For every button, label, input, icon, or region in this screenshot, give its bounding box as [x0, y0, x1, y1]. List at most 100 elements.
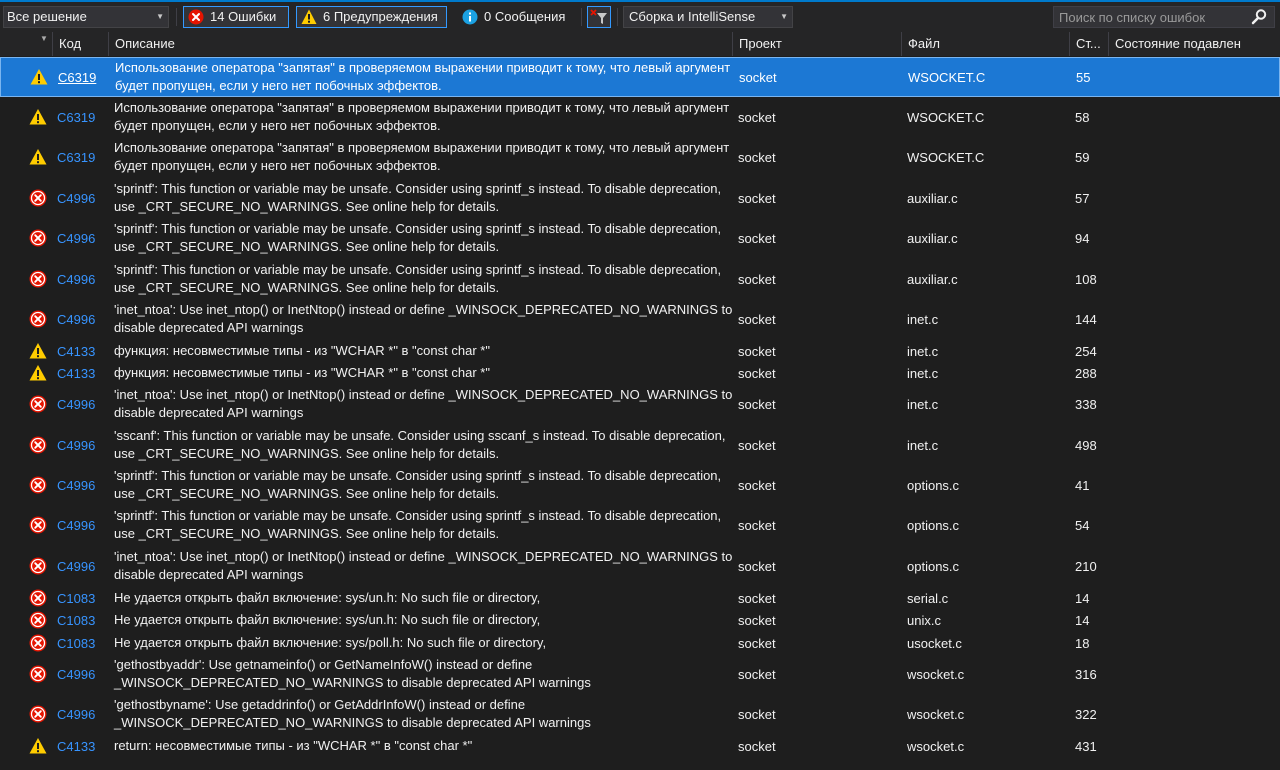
file-name: options.c: [907, 558, 960, 574]
table-row[interactable]: C1083 Не удается открыть файл включение: …: [0, 609, 1280, 631]
error-code-link[interactable]: C4133: [57, 735, 95, 757]
column-header-project[interactable]: Проект: [732, 32, 901, 56]
error-icon: [29, 634, 47, 652]
table-row[interactable]: C4996 'sprintf': This function or variabl…: [0, 259, 1280, 299]
file-name: serial.c: [907, 590, 949, 606]
table-row[interactable]: C4133 return: несовместимые типы - из "WC…: [0, 735, 1280, 757]
table-row[interactable]: C4996 'sprintf': This function or variabl…: [0, 218, 1280, 258]
warning-icon: [301, 9, 317, 24]
table-row[interactable]: C4996 'inet_ntoa': Use inet_ntop() or Ine…: [0, 299, 1280, 339]
error-code-link[interactable]: C4996: [57, 505, 95, 545]
error-code-link[interactable]: C4996: [57, 546, 95, 586]
file-name: auxiliar.c: [907, 190, 958, 206]
project-name: socket: [738, 590, 776, 606]
error-code-link[interactable]: C4133: [57, 362, 95, 384]
error-code-link[interactable]: C4996: [57, 694, 95, 734]
error-code-link[interactable]: C4133: [57, 340, 95, 362]
error-icon: [29, 705, 47, 723]
info-icon: [462, 9, 478, 25]
table-row[interactable]: C6319 Использование оператора "запятая" в…: [0, 137, 1280, 177]
filter-clear-icon: [590, 9, 607, 24]
project-name: socket: [738, 706, 776, 722]
error-code-link[interactable]: C4996: [57, 465, 95, 505]
error-code-link[interactable]: C4996: [57, 384, 95, 424]
severity-cell: [29, 340, 49, 362]
file-name: inet.c: [907, 437, 939, 453]
line-number: 57: [1075, 190, 1090, 206]
file-name: WSOCKET.C: [908, 69, 986, 85]
column-header-code-label: Код: [59, 36, 82, 51]
column-header-line[interactable]: Ст...: [1069, 32, 1108, 56]
column-header-severity[interactable]: ▼: [0, 32, 52, 56]
error-code-link[interactable]: C1083: [57, 632, 95, 654]
table-row[interactable]: C1083 Не удается открыть файл включение: …: [0, 632, 1280, 654]
error-icon: [29, 516, 47, 534]
error-code-link[interactable]: C4996: [57, 178, 95, 218]
table-row[interactable]: C1083 Не удается открыть файл включение: …: [0, 587, 1280, 609]
error-icon: [29, 395, 47, 413]
error-description: Не удается открыть файл включение: sys/u…: [114, 612, 541, 627]
search-input[interactable]: [1054, 7, 1249, 27]
file-name: wsocket.c: [907, 706, 965, 722]
build-dropdown-value: Сборка и IntelliSense: [629, 9, 756, 24]
table-row[interactable]: C4133 функция: несовместимые типы - из "W…: [0, 340, 1280, 362]
severity-cell: [29, 425, 49, 465]
table-row[interactable]: C4996 'sscanf': This function or variable…: [0, 425, 1280, 465]
error-code-link[interactable]: C4996: [57, 425, 95, 465]
file-name: wsocket.c: [907, 666, 965, 682]
error-icon: [188, 9, 204, 25]
column-header-description[interactable]: Описание: [108, 32, 732, 56]
error-description: Не удается открыть файл включение: sys/u…: [114, 590, 541, 605]
error-code-link[interactable]: C4996: [57, 654, 95, 694]
severity-cell: [29, 299, 49, 339]
table-row[interactable]: C4996 'sprintf': This function or variabl…: [0, 505, 1280, 545]
table-row[interactable]: C6319 Использование оператора "запятая" в…: [0, 97, 1280, 137]
line-number: 59: [1075, 149, 1090, 165]
toolbar-separator: [581, 8, 582, 26]
error-code-link[interactable]: C4996: [57, 299, 95, 339]
error-icon: [29, 589, 47, 607]
error-description: 'gethostbyaddr': Use getnameinfo() or Ge…: [114, 657, 591, 690]
severity-cell: [29, 384, 49, 424]
scope-dropdown[interactable]: Все решение ▼: [3, 6, 169, 28]
table-row[interactable]: C6319 Использование оператора "запятая" в…: [0, 57, 1280, 97]
warnings-filter-button[interactable]: 6 Предупреждения: [296, 6, 447, 28]
column-header-file[interactable]: Файл: [901, 32, 1069, 56]
error-code-link[interactable]: C4996: [57, 218, 95, 258]
project-name: socket: [738, 311, 776, 327]
table-row[interactable]: C4996 'inet_ntoa': Use inet_ntop() or Ine…: [0, 546, 1280, 586]
table-row[interactable]: C4996 'inet_ntoa': Use inet_ntop() or Ine…: [0, 384, 1280, 424]
error-list-search: [1053, 6, 1275, 28]
project-name: socket: [738, 738, 776, 754]
column-header-code[interactable]: Код: [52, 32, 108, 56]
table-row[interactable]: C4996 'sprintf': This function or variabl…: [0, 178, 1280, 218]
error-description: Использование оператора "запятая" в пров…: [114, 140, 730, 173]
errors-filter-button[interactable]: 14 Ошибки: [183, 6, 289, 28]
error-code-link[interactable]: C6319: [58, 58, 96, 96]
table-row[interactable]: C4133 функция: несовместимые типы - из "W…: [0, 362, 1280, 384]
error-description: Использование оператора "запятая" в пров…: [114, 100, 730, 133]
error-code-link[interactable]: C6319: [57, 97, 95, 137]
search-icon[interactable]: [1250, 8, 1268, 26]
column-header-suppression[interactable]: Состояние подавлен: [1108, 32, 1280, 56]
error-code-link[interactable]: C1083: [57, 609, 95, 631]
line-number: 41: [1075, 477, 1090, 493]
error-icon: [29, 476, 47, 494]
error-description: return: несовместимые типы - из "WCHAR *…: [114, 738, 473, 753]
error-code-link[interactable]: C6319: [57, 137, 95, 177]
severity-cell: [29, 654, 49, 694]
build-intellisense-dropdown[interactable]: Сборка и IntelliSense ▼: [623, 6, 793, 28]
file-name: unix.c: [907, 612, 941, 628]
messages-filter-button[interactable]: 0 Сообщения: [457, 6, 577, 28]
column-header-description-label: Описание: [115, 36, 175, 51]
line-number: 144: [1075, 311, 1097, 327]
table-row[interactable]: C4996 'sprintf': This function or variabl…: [0, 465, 1280, 505]
error-icon: [29, 270, 47, 288]
table-row[interactable]: C4996 'gethostbyname': Use getaddrinfo() …: [0, 694, 1280, 734]
error-code-link[interactable]: C1083: [57, 587, 95, 609]
warnings-filter-label: 6 Предупреждения: [323, 9, 438, 24]
error-code-link[interactable]: C4996: [57, 259, 95, 299]
severity-cell: [29, 609, 49, 631]
filter-toggle-button[interactable]: [587, 6, 611, 28]
table-row[interactable]: C4996 'gethostbyaddr': Use getnameinfo() …: [0, 654, 1280, 694]
